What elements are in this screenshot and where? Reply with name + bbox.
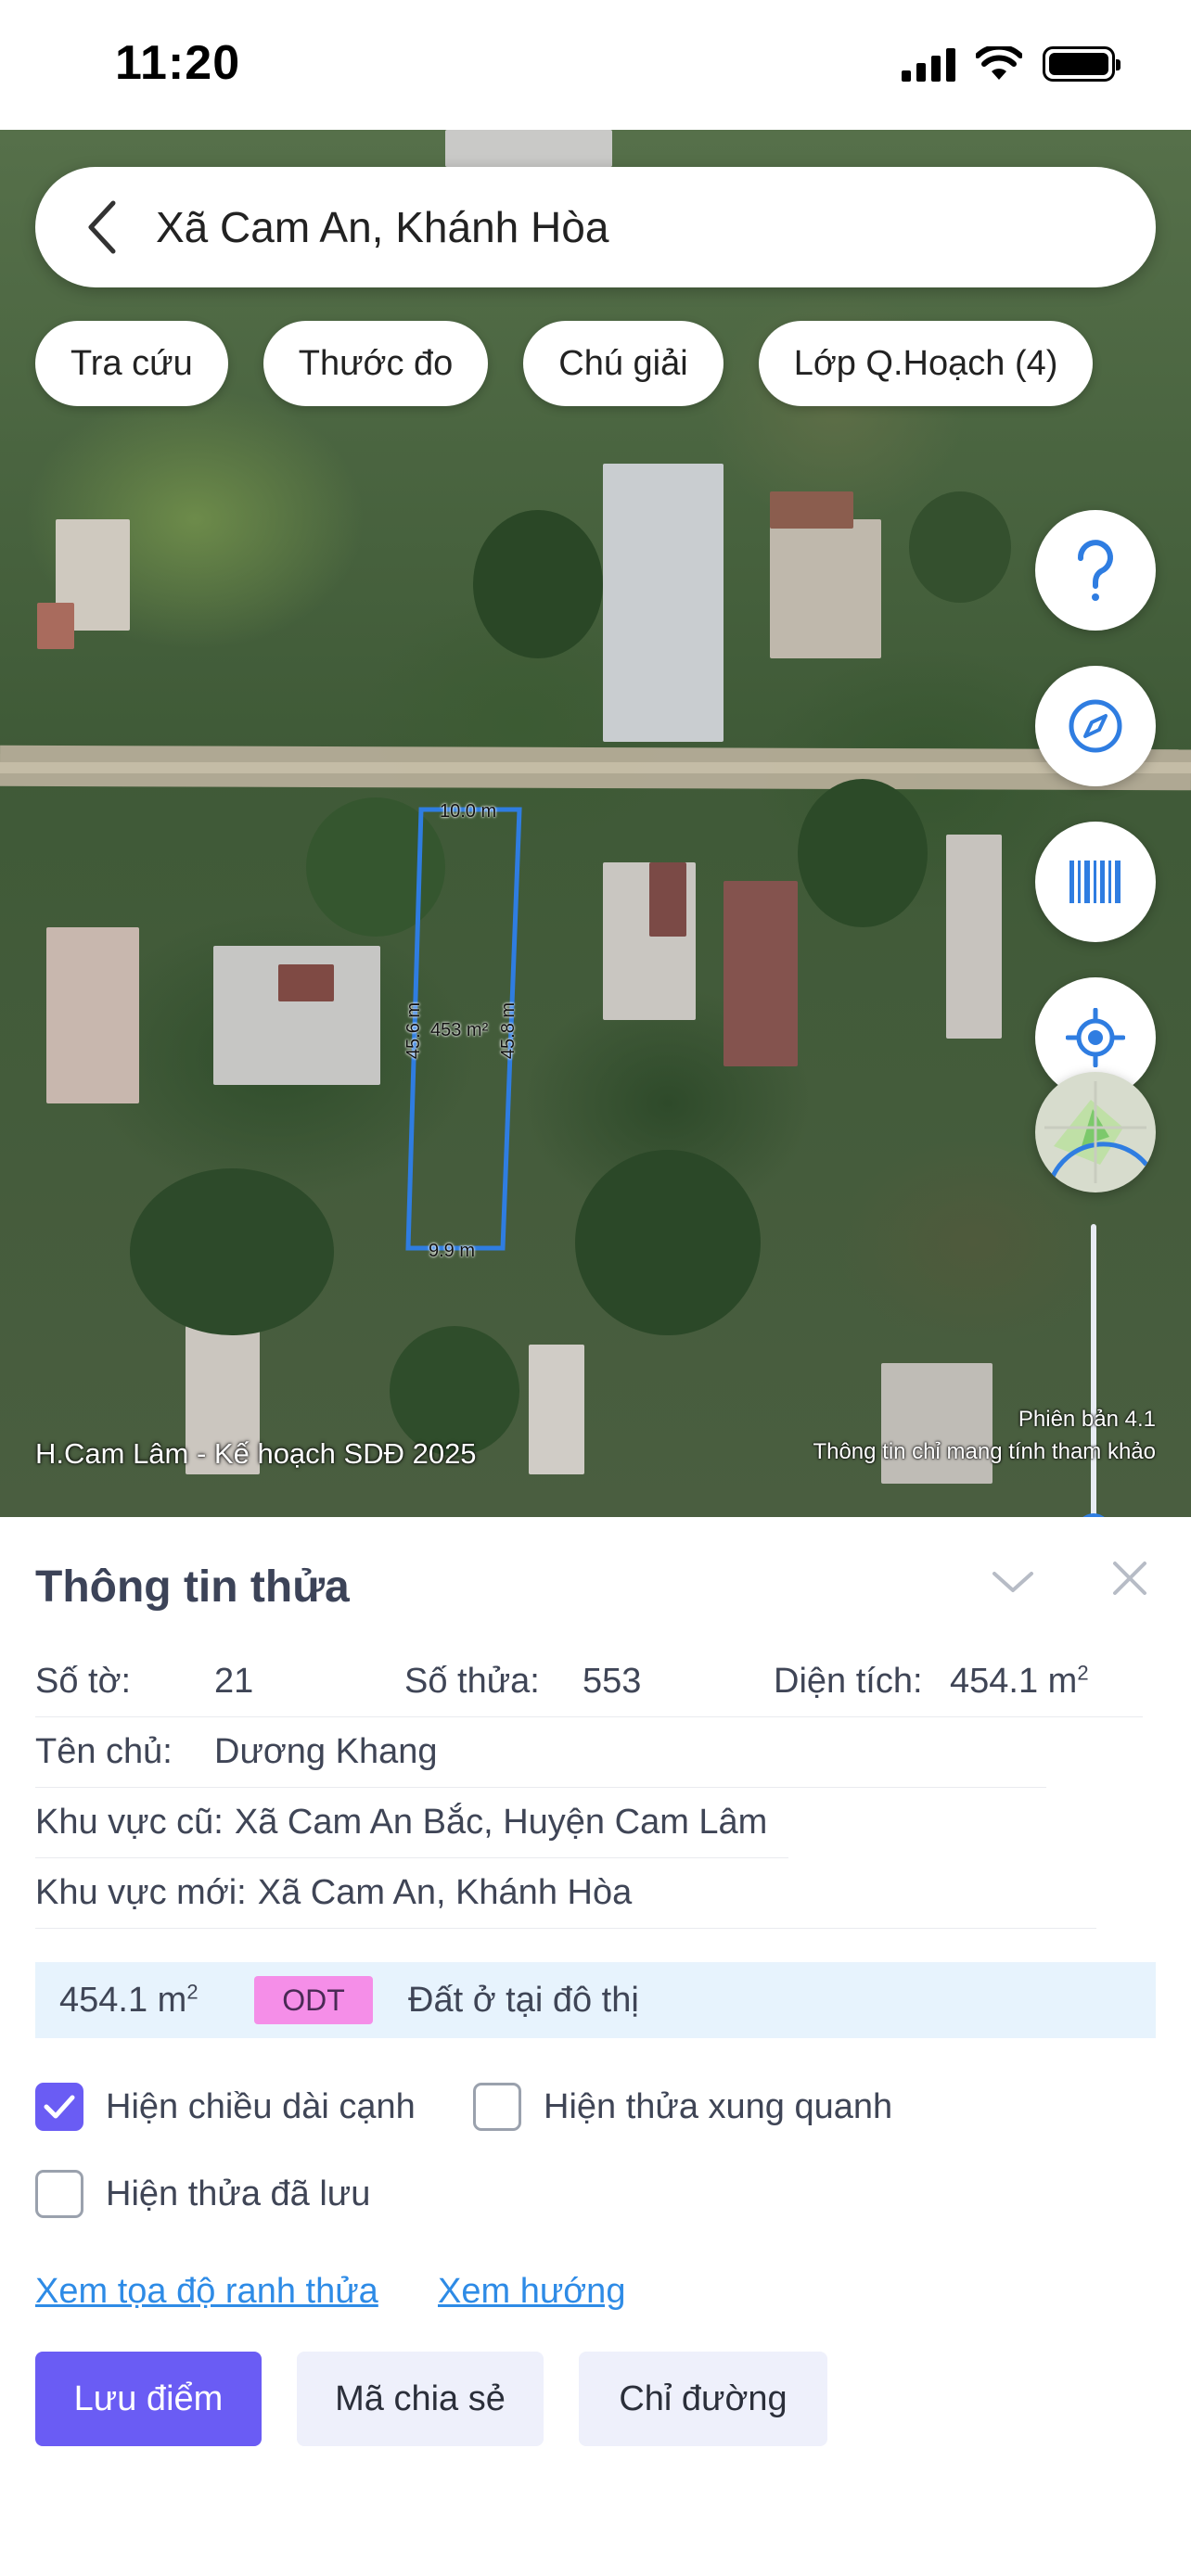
locate-icon [1066,1008,1125,1067]
show-edge-length-option[interactable]: Hiện chiều dài cạnh [35,2083,416,2131]
ten-chu-value: Dương Khang [214,1732,438,1771]
status-time: 11:20 [115,36,241,90]
show-edge-length-label: Hiện chiều dài cạnh [106,2086,416,2126]
land-description: Đất ở tại đô thị [408,1980,639,2020]
so-to-value: 21 [214,1662,254,1701]
barcode-scan-button[interactable] [1035,822,1156,942]
parcel-info-sheet: Thông tin thửa Số tờ: 21 Số thửa: 553 Di… [0,1517,1191,2576]
khu-vuc-moi-label: Khu vực mới: [35,1873,247,1912]
land-area: 454.1 m2 [59,1979,198,2020]
map-version: Phiên bản 4.1 [1018,1407,1156,1432]
compass-button[interactable] [1035,666,1156,786]
chip-lop-quy-hoach[interactable]: Lớp Q.Hoạch (4) [758,321,1094,406]
ten-chu-label: Tên chủ: [35,1732,173,1771]
dien-tich-label: Diện tích: [774,1662,923,1701]
compass-icon [1069,699,1122,753]
barcode-icon [1069,861,1121,903]
zoom-slider-track[interactable] [1091,1224,1096,1521]
view-boundary-coords-link[interactable]: Xem tọa độ ranh thửa [35,2272,378,2312]
unit-superscript: 2 [1077,1661,1089,1685]
show-surrounding-checkbox[interactable] [473,2083,521,2131]
close-icon [1113,1562,1146,1595]
show-saved-checkbox[interactable] [35,2170,83,2218]
status-bar: 11:20 [0,0,1191,130]
show-saved-option[interactable]: Hiện thửa đã lưu [35,2170,370,2218]
parcel-area-label: 453 m² [430,1020,489,1040]
minimap-button[interactable] [1035,1072,1156,1192]
land-code-badge: ODT [254,1976,373,2024]
map-tool-chips: Tra cứu Thước đo Chú giải Lớp Q.Hoạch (4… [35,321,1094,406]
help-icon [1078,540,1113,601]
location-search-bar[interactable]: Xã Cam An, Khánh Hòa [35,167,1156,287]
collapse-button[interactable] [989,1558,1037,1606]
chip-thuoc-do[interactable]: Thước đo [263,321,489,406]
map-plan-caption: H.Cam Lâm - Kế hoạch SDĐ 2025 [35,1437,477,1470]
share-code-button[interactable]: Mã chia sẻ [297,2352,544,2446]
show-saved-label: Hiện thửa đã lưu [106,2174,371,2213]
search-text[interactable]: Xã Cam An, Khánh Hòa [156,202,608,252]
sheet-title: Thông tin thửa [35,1562,350,1612]
wifi-icon [976,46,1022,80]
chip-chu-giai[interactable]: Chú giải [523,321,724,406]
show-surrounding-option[interactable]: Hiện thửa xung quanh [473,2083,892,2131]
show-edge-length-checkbox[interactable] [35,2083,83,2131]
khu-vuc-moi-value: Xã Cam An, Khánh Hòa [257,1873,633,1912]
owner-row: Tên chủ: Dương Khang [35,1717,1046,1788]
parcel-left-length: 45.6 m [403,1001,425,1060]
minimap-icon [1044,1081,1148,1183]
parcel-bottom-length: 9.9 m [429,1241,476,1261]
map-disclaimer: Thông tin chỉ mang tính tham khảo [813,1438,1156,1464]
checkmark-icon [44,2095,75,2119]
khu-vuc-cu-label: Khu vực cũ: [35,1803,224,1842]
old-area-row: Khu vực cũ: Xã Cam An Bắc, Huyện Cam Lâm [35,1788,788,1858]
dien-tich-value: 454.1 m2 [950,1661,1089,1701]
save-point-button[interactable]: Lưu điểm [35,2352,262,2446]
battery-icon [1043,46,1121,82]
parcel-top-length: 10.0 m [440,801,497,822]
map-view[interactable]: 10.0 m 9.9 m 45.6 m 45.8 m 453 m² Xã Cam… [0,130,1191,1521]
so-to-label: Số tờ: [35,1662,132,1701]
khu-vuc-cu-value: Xã Cam An Bắc, Huyện Cam Lâm [234,1803,768,1842]
so-thua-label: Số thửa: [404,1662,540,1701]
new-area-row: Khu vực mới: Xã Cam An, Khánh Hòa [35,1858,1096,1929]
land-use-row[interactable]: 454.1 m2 ODT Đất ở tại đô thị [35,1962,1156,2038]
help-button[interactable] [1035,510,1156,631]
unit-superscript: 2 [186,1979,198,2003]
cellular-signal-icon [902,46,955,82]
parcel-right-length: 45.8 m [498,1001,519,1060]
back-arrow-icon[interactable] [74,199,130,255]
parcel-summary-row: Số tờ: 21 Số thửa: 553 Diện tích: 454.1 … [35,1647,1143,1717]
so-thua-value: 553 [583,1662,642,1701]
chip-tra-cuu[interactable]: Tra cứu [35,321,228,406]
show-surrounding-label: Hiện thửa xung quanh [544,2086,893,2126]
close-button[interactable] [1106,1554,1154,1602]
view-direction-link[interactable]: Xem hướng [438,2272,625,2312]
directions-button[interactable]: Chỉ đường [579,2352,827,2446]
status-icons [902,46,1121,82]
map-version-info: Phiên bản 4.1 Thông tin chỉ mang tính th… [813,1404,1156,1469]
chevron-down-icon [992,1572,1033,1592]
